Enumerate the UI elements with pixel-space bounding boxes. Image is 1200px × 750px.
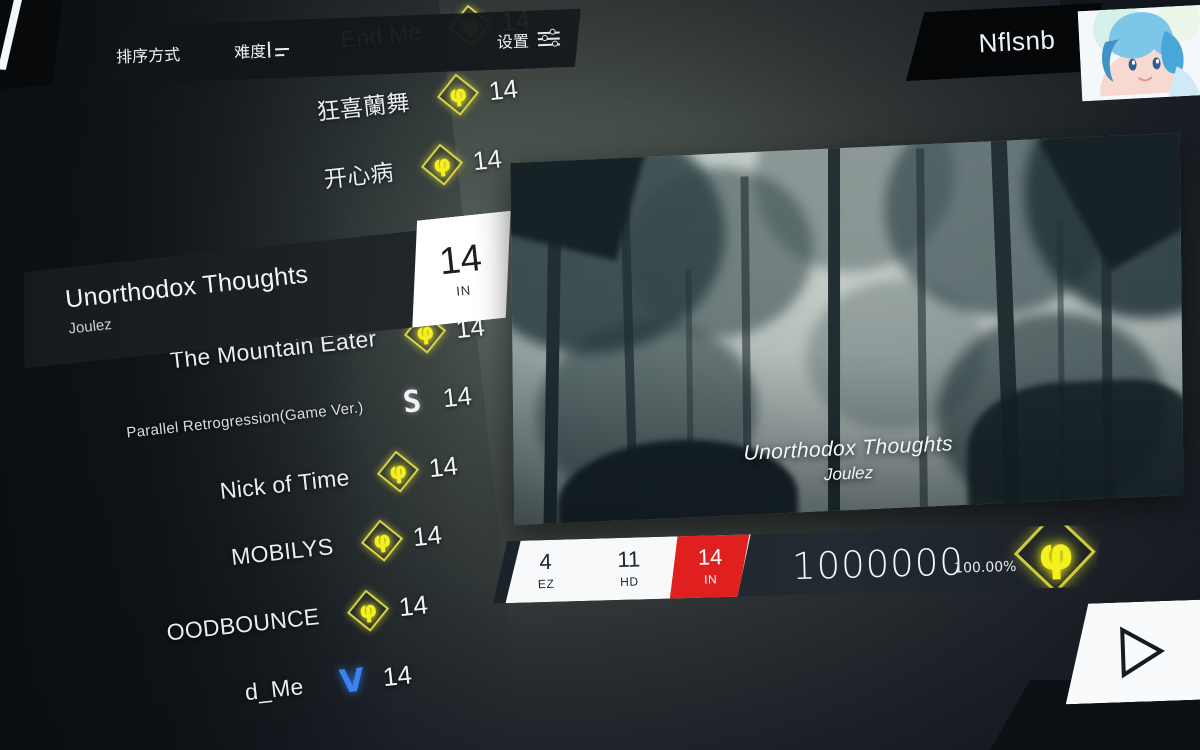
user-card[interactable]: Nflsnb [902,3,1105,81]
difficulty-tab-ez[interactable]: 4 EZ [503,537,588,605]
song-level: 14 [411,518,444,552]
selected-song-difficulty: IN [455,281,472,299]
song-illustration: Unorthodox Thoughts Joulez [510,132,1184,526]
settings-label: 设置 [496,33,530,52]
difficulty-tab-hd[interactable]: 11 HD [586,535,671,603]
rank-ap-icon: φ [425,70,491,118]
song-title: d_Me [243,672,305,705]
filter-lines-icon [275,41,296,58]
difficulty-tab-name: IN [703,572,718,587]
difficulty-tab-level: 14 [697,544,723,570]
settings-button[interactable]: 设置 [496,26,560,52]
sort-by-label: 排序方式 [115,47,181,67]
rank-ap-icon: φ [349,516,415,564]
play-triangle-icon [1120,625,1166,679]
score-value: 1000000 [791,540,965,589]
difficulty-label: 难度 [233,43,267,62]
sliders-icon [538,29,561,48]
rank-ap-icon: φ [409,140,475,188]
song-level: 14 [487,72,520,106]
difficulty-tabs[interactable]: 4 EZ 11 HD 14 IN [503,532,753,605]
difficulty-filter-button[interactable]: 难度 [234,37,296,63]
username: Nflsnb [977,23,1057,58]
song-list[interactable]: Final Step!φ14End Meφ14狂喜蘭舞φ14开心病φ14The … [0,0,600,750]
user-avatar-icon [1077,4,1200,102]
avatar[interactable] [1077,4,1200,102]
difficulty-tab-name: HD [619,574,639,589]
difficulty-tab-name: EZ [537,576,555,592]
selected-song-level: 14 [437,236,484,283]
selected-song-level-box: 14 IN [401,211,521,328]
score-accuracy: 100.00% [953,558,1017,577]
rank-s-icon: S [401,383,423,421]
rank-v-icon: V [337,660,367,701]
difficulty-tab-level: 4 [539,548,552,575]
song-level: 14 [427,449,460,483]
difficulty-tab-level: 11 [617,546,641,573]
difficulty-tab-in[interactable]: 14 IN [668,532,753,600]
back-slash-icon [0,0,25,70]
rank-ap-icon: φ [335,586,401,634]
song-level: 14 [397,588,430,622]
song-level: 14 [441,379,474,413]
sort-by-button[interactable]: 排序方式 [116,41,181,67]
rank-ap-icon: φ [365,447,431,495]
song-level: 14 [381,658,414,692]
